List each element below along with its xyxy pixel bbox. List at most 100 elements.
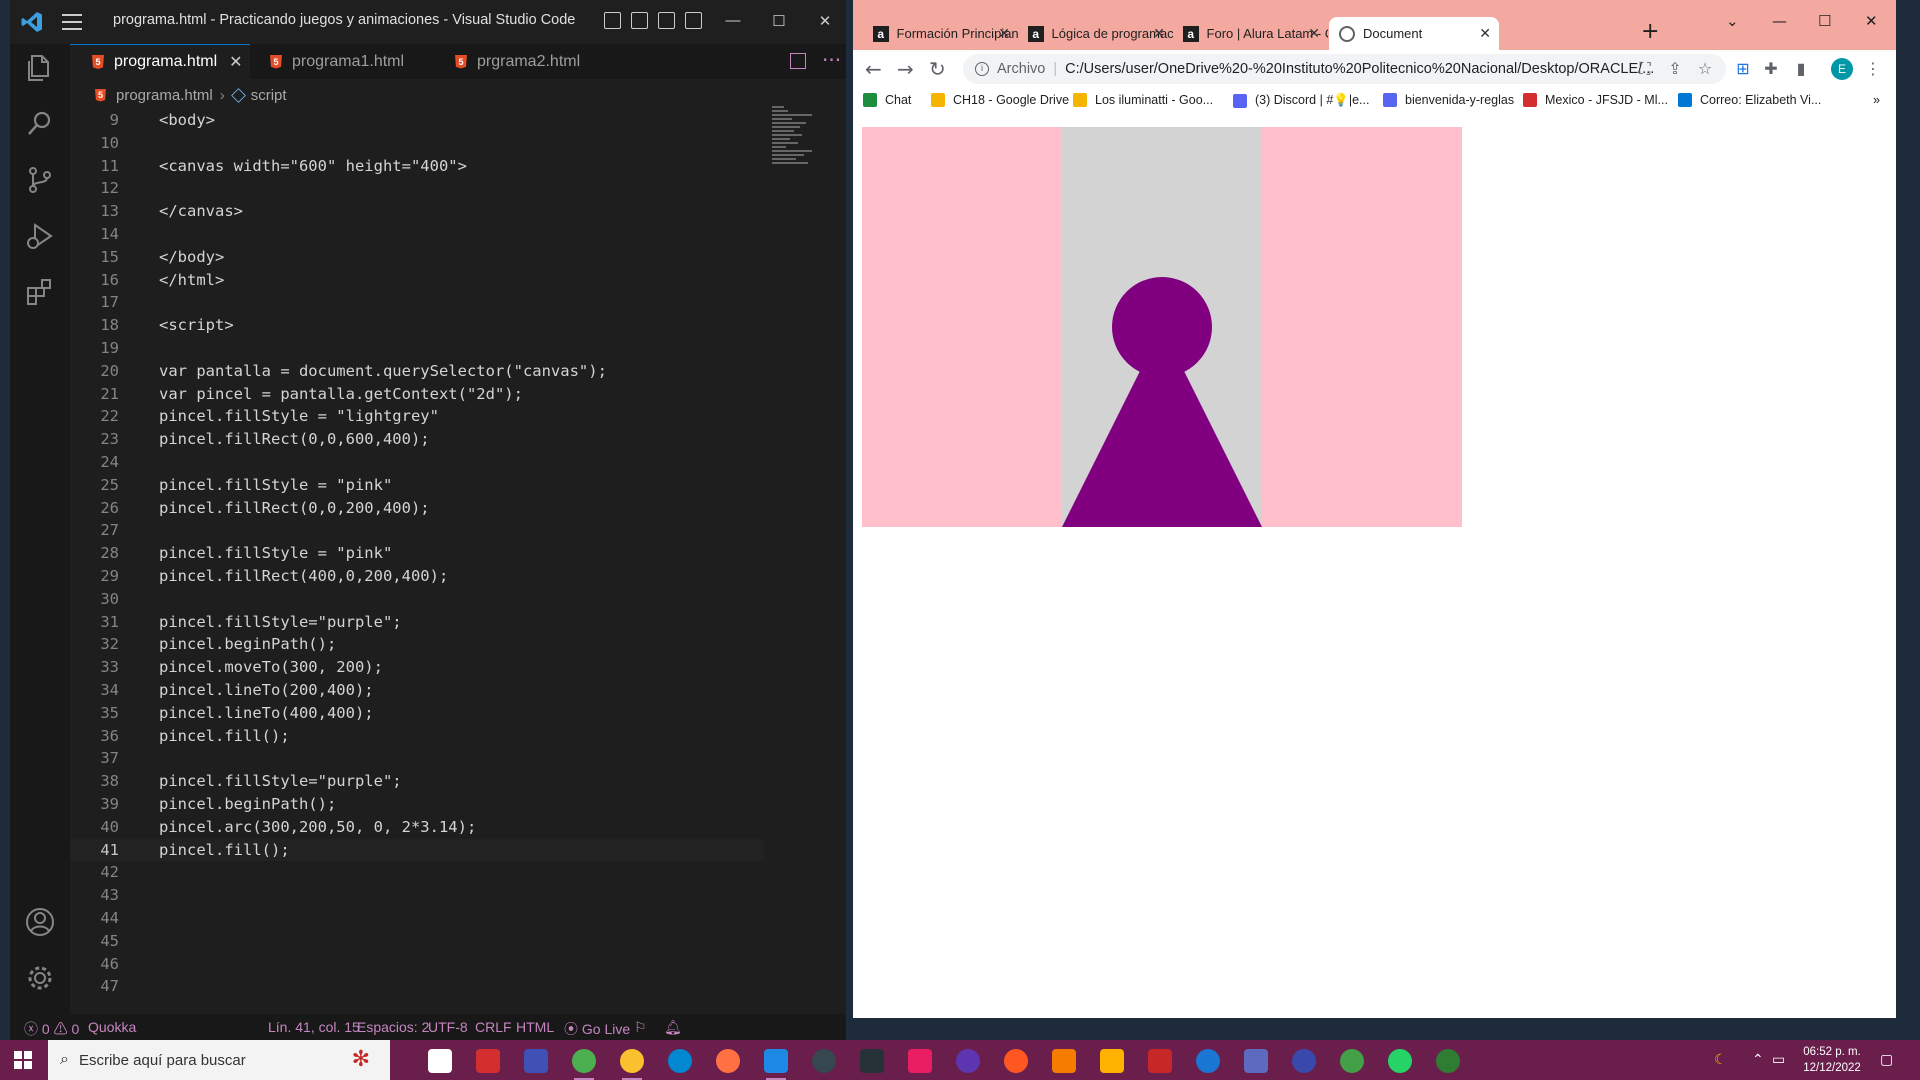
acrobat-icon[interactable]	[1148, 1049, 1172, 1073]
close-icon[interactable]: ✕	[229, 52, 242, 72]
code-line[interactable]: 12	[70, 177, 764, 200]
share-icon[interactable]: ⇪	[1665, 59, 1685, 79]
code-line[interactable]: 14	[70, 223, 764, 246]
language-mode[interactable]: HTML	[516, 1019, 554, 1035]
code-line[interactable]: 39 pincel.beginPath();	[70, 793, 764, 816]
git-icon[interactable]	[1052, 1049, 1076, 1073]
code-line[interactable]: 36 pincel.fill();	[70, 725, 764, 748]
extensions-puzzle-icon[interactable]: ✚	[1761, 59, 1781, 79]
close-tab-icon[interactable]: ✕	[1153, 25, 1165, 42]
folder-icon[interactable]	[1100, 1049, 1124, 1073]
code-line[interactable]: 27	[70, 519, 764, 542]
side-panel-icon[interactable]: ▮	[1791, 59, 1811, 79]
code-line[interactable]: 21 var pincel = pantalla.getContext("2d")…	[70, 383, 764, 406]
menu-icon[interactable]	[62, 14, 82, 30]
code-line[interactable]: 45	[70, 930, 764, 953]
taskbar-clock[interactable]: 06:52 p. m. 12/12/2022	[1792, 1044, 1872, 1076]
code-line[interactable]: 42	[70, 861, 764, 884]
breadcrumb-file[interactable]: programa.html	[116, 87, 213, 104]
code-line[interactable]: 11 <canvas width="600" height="400">	[70, 155, 764, 178]
bookmark-star-icon[interactable]: ☆	[1695, 59, 1715, 79]
customize-layout-icon[interactable]	[685, 12, 702, 29]
more-bookmarks-icon[interactable]: »	[1873, 93, 1880, 107]
slack-icon[interactable]	[1340, 1049, 1364, 1073]
browser-tab[interactable]: a Foro | Alura Latam - Cu ✕	[1173, 17, 1328, 50]
explorer-icon[interactable]	[24, 52, 56, 84]
chrome-icon[interactable]	[620, 1049, 644, 1080]
evernote-icon[interactable]	[1436, 1049, 1460, 1073]
more-actions-icon[interactable]: ···	[822, 48, 841, 72]
code-line[interactable]: 33 pincel.moveTo(300, 200);	[70, 656, 764, 679]
code-line[interactable]: 9 <body>	[70, 109, 764, 132]
profile-avatar[interactable]: E	[1831, 58, 1853, 80]
code-line[interactable]: 15 </body>	[70, 246, 764, 269]
cursor-position[interactable]: Lín. 41, col. 15	[268, 1019, 360, 1035]
code-line[interactable]: 44	[70, 907, 764, 930]
address-bar[interactable]: i Archivo | C:/Users/user/OneDrive%20-%2…	[963, 54, 1726, 84]
new-tab-button[interactable]: +	[1641, 19, 1659, 44]
code-line[interactable]: 38 pincel.fillStyle="purple";	[70, 770, 764, 793]
bell-icon[interactable]: 🔔︎	[664, 1019, 682, 1036]
browser-tab[interactable]: a Lógica de programación ✕	[1018, 17, 1173, 50]
google-translate-icon[interactable]: ⊞	[1733, 59, 1753, 79]
mysql-workbench-icon[interactable]	[860, 1049, 884, 1073]
close-tab-icon[interactable]: ✕	[1308, 25, 1320, 42]
tab-prgrama2-html[interactable]: 5 prgrama2.html	[430, 44, 610, 79]
back-icon[interactable]: ←	[865, 57, 882, 81]
firefox-icon[interactable]	[716, 1049, 740, 1073]
line-endings[interactable]: CRLF	[475, 1019, 512, 1035]
access-icon[interactable]	[476, 1049, 500, 1073]
r-icon[interactable]	[524, 1049, 548, 1073]
quokka-status[interactable]: Quokka	[88, 1019, 136, 1035]
tray-chevron-icon[interactable]: ⌃	[1752, 1051, 1764, 1068]
minimize-icon[interactable]: —	[723, 12, 743, 32]
close-icon[interactable]: ✕	[1865, 12, 1878, 30]
zoom-icon[interactable]	[1196, 1049, 1220, 1073]
feedback-icon[interactable]: ⚐	[634, 1019, 647, 1036]
bookmark-item[interactable]: Mexico - JFSJD - Ml...	[1523, 93, 1668, 107]
code-line[interactable]: 25 pincel.fillStyle = "pink"	[70, 474, 764, 497]
code-line[interactable]: 26 pincel.fillRect(0,0,200,400);	[70, 497, 764, 520]
code-line[interactable]: 32 pincel.beginPath();	[70, 633, 764, 656]
whatsapp-icon[interactable]	[1388, 1049, 1412, 1073]
code-line[interactable]: 16 </html>	[70, 269, 764, 292]
bookmark-item[interactable]: (3) Discord | #💡|e...	[1233, 93, 1369, 108]
toggle-panel-icon[interactable]	[631, 12, 648, 29]
toggle-sidebar-icon[interactable]	[604, 12, 621, 29]
browser-tab-active[interactable]: Document ✕	[1329, 17, 1499, 50]
search-icon[interactable]	[24, 108, 56, 140]
account-icon[interactable]	[24, 906, 56, 938]
translate-icon[interactable]: ⛶	[1635, 59, 1655, 79]
file-icon[interactable]	[428, 1049, 452, 1073]
code-line[interactable]: 24	[70, 451, 764, 474]
bookmark-item[interactable]: CH18 - Google Drive	[931, 93, 1069, 107]
minimize-icon[interactable]: —	[1772, 12, 1787, 30]
code-line[interactable]: 22 pincel.fillStyle = "lightgrey"	[70, 405, 764, 428]
toggle-secondary-sidebar-icon[interactable]	[658, 12, 675, 29]
encoding[interactable]: UTF-8	[428, 1019, 468, 1035]
code-line[interactable]: 17	[70, 291, 764, 314]
bookmark-item[interactable]: Los iluminatti - Goo...	[1073, 93, 1213, 107]
reload-icon[interactable]: ↻	[929, 57, 946, 81]
code-line[interactable]: 35 pincel.lineTo(400,400);	[70, 702, 764, 725]
code-line[interactable]: 47	[70, 975, 764, 998]
code-line[interactable]: 28 pincel.fillStyle = "pink"	[70, 542, 764, 565]
close-tab-icon[interactable]: ✕	[1479, 25, 1491, 42]
run-debug-icon[interactable]	[24, 220, 56, 252]
bookmark-item[interactable]: Correo: Elizabeth Vi...	[1678, 93, 1821, 107]
app-icon[interactable]	[956, 1049, 980, 1073]
code-editor[interactable]: 9 <body> 10 11 <canvas width="600" height="4…	[70, 109, 764, 1009]
source-control-icon[interactable]	[24, 164, 56, 196]
maximize-icon[interactable]: ☐	[769, 12, 789, 32]
go-live-button[interactable]: ⦿ Go Live	[564, 1019, 630, 1039]
eclipse-icon[interactable]	[812, 1049, 836, 1073]
taskbar-search[interactable]: ⌕ Escribe aquí para buscar ✻	[48, 1040, 390, 1080]
close-tab-icon[interactable]: ✕	[998, 25, 1010, 42]
night-mode-icon[interactable]: ☾	[1714, 1051, 1727, 1068]
extensions-icon[interactable]	[24, 276, 56, 308]
code-line[interactable]: 10	[70, 132, 764, 155]
code-line[interactable]: 37	[70, 747, 764, 770]
code-line[interactable]: 23 pincel.fillRect(0,0,600,400);	[70, 428, 764, 451]
code-line[interactable]: 43	[70, 884, 764, 907]
network-icon[interactable]: ▭	[1772, 1051, 1785, 1068]
